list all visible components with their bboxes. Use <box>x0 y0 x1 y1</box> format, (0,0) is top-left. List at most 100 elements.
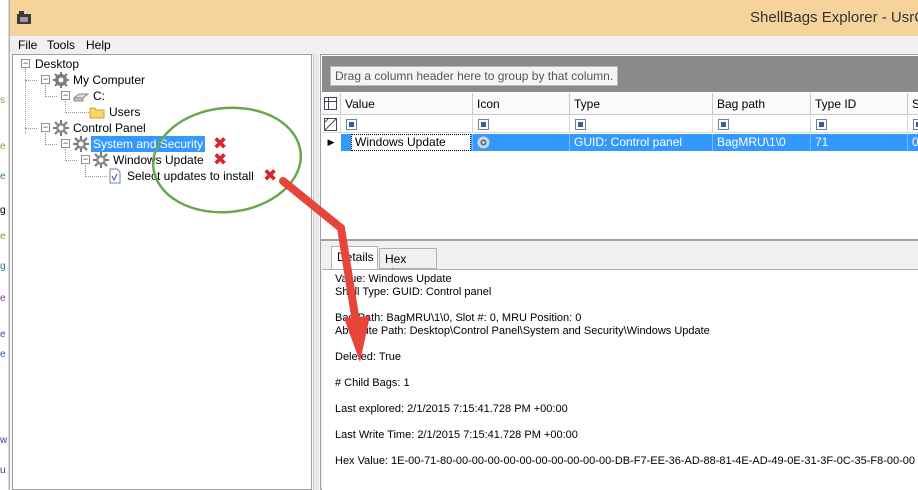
filter-cell-icon[interactable] <box>473 116 570 133</box>
filter-cell-slot[interactable] <box>908 116 918 133</box>
tree-label: Select updates to install <box>127 169 254 183</box>
strip-char: e <box>0 293 6 304</box>
gear-icon <box>477 136 490 149</box>
collapse-icon[interactable]: − <box>41 75 50 84</box>
menu-help[interactable]: Help <box>86 38 111 52</box>
title-bar[interactable]: ShellBags Explorer - UsrC <box>10 0 918 36</box>
cell-value-text[interactable]: Windows Update <box>351 134 471 151</box>
detail-bag-path: Bag Path: BagMRU\1\0, Slot #: 0, MRU Pos… <box>335 312 582 324</box>
window-title: ShellBags Explorer - UsrC <box>750 9 918 26</box>
detail-child-bags: # Child Bags: 1 <box>335 377 410 389</box>
strip-char: e <box>0 349 6 360</box>
pane-splitter[interactable] <box>313 54 319 490</box>
detail-last-explored: Last explored: 2/1/2015 7:15:41.728 PM +… <box>335 403 568 415</box>
filter-cell-bag-path[interactable] <box>713 116 811 133</box>
tree-node-control-panel[interactable]: − Control Panel <box>37 120 167 136</box>
row-indicator-icon[interactable]: ▶ <box>322 134 340 151</box>
tree-connector <box>85 176 107 177</box>
gear-icon <box>53 120 69 136</box>
group-by-panel[interactable]: Drag a column header here to group by th… <box>322 56 918 92</box>
filter-icon[interactable] <box>575 119 586 130</box>
tree-node-c-drive[interactable]: − C: <box>57 88 137 104</box>
tree-label: Windows Update <box>113 153 204 167</box>
gear-icon <box>73 136 89 152</box>
tree-node-select-updates[interactable]: Select updates to install ✖ <box>107 166 287 185</box>
grid-options-icon[interactable] <box>324 97 337 110</box>
details-content: Value: Windows Update Shell Type: GUID: … <box>322 269 918 490</box>
tree-label: System and Security <box>91 136 206 152</box>
group-hint: Drag a column header here to group by th… <box>330 66 619 86</box>
table-row-cell-type-id[interactable]: 71 <box>811 134 908 151</box>
strip-char: e <box>0 171 6 182</box>
tree-node-my-computer[interactable]: − My Computer <box>37 72 157 88</box>
tab-details[interactable]: Details <box>331 246 378 269</box>
collapse-icon[interactable]: − <box>41 123 50 132</box>
filter-icon[interactable] <box>913 119 918 130</box>
strip-char: w <box>0 435 8 446</box>
menu-bar: File Tools Help <box>10 36 918 54</box>
detail-absolute-path: Absolute Path: Desktop\Control Panel\Sys… <box>335 325 710 337</box>
filter-clear-icon[interactable] <box>324 118 337 131</box>
strip-char: s <box>0 95 5 106</box>
detail-hex-value: Hex Value: 1E-00-71-80-00-00-00-00-00-00… <box>335 455 915 467</box>
background-window-strip: s e e g e g e e e w u <box>0 0 9 490</box>
filter-cell-type-id[interactable] <box>811 116 908 133</box>
menu-file[interactable]: File <box>18 38 37 52</box>
strip-char: e <box>0 329 6 340</box>
detail-shell-type: Shell Type: GUID: Control panel <box>335 286 492 298</box>
details-pane: Details Hex view Value: Windows Update S… <box>320 240 918 490</box>
column-header-slot[interactable]: Slo <box>908 93 918 115</box>
column-header-type-id[interactable]: Type ID <box>811 93 908 115</box>
column-header-bag-path[interactable]: Bag path <box>713 93 811 115</box>
strip-char: g <box>0 205 6 216</box>
column-header-value[interactable]: Value <box>341 93 473 115</box>
table-row-cell-icon[interactable] <box>473 134 570 151</box>
table-row-cell-type[interactable]: GUID: Control panel <box>570 134 713 151</box>
tree-label: Desktop <box>35 57 80 71</box>
tree-label: My Computer <box>73 73 146 87</box>
tree-connector <box>45 96 57 97</box>
tree-label: C: <box>93 89 105 103</box>
filter-icon[interactable] <box>816 119 827 130</box>
detail-value: Value: Windows Update <box>335 273 452 285</box>
document-icon <box>109 168 121 184</box>
filter-row-header <box>322 116 341 133</box>
menu-tools[interactable]: Tools <box>47 38 75 52</box>
deleted-x-icon: ✖ <box>213 150 228 169</box>
column-header-type[interactable]: Type <box>570 93 713 115</box>
collapse-icon[interactable]: − <box>21 59 30 68</box>
collapse-icon[interactable]: − <box>61 91 70 100</box>
detail-deleted: Deleted: True <box>335 351 402 363</box>
column-header-icon[interactable]: Icon <box>473 93 570 115</box>
drive-icon <box>73 93 89 102</box>
filter-cell-value[interactable] <box>341 116 473 133</box>
deleted-x-icon: ✖ <box>263 166 278 185</box>
tree-label: Users <box>109 105 141 119</box>
collapse-icon[interactable]: − <box>61 139 70 148</box>
app-icon <box>17 11 31 24</box>
filter-icon[interactable] <box>718 119 729 130</box>
tree-node-users[interactable]: Users <box>89 104 169 120</box>
tree-node-desktop[interactable]: − Desktop <box>17 56 107 72</box>
folder-icon <box>89 107 105 119</box>
tree-connector <box>65 112 89 113</box>
tree-connector <box>65 160 77 161</box>
detail-last-write-time: Last Write Time: 2/1/2015 7:15:41.728 PM… <box>335 429 578 441</box>
filter-icon[interactable] <box>478 119 489 130</box>
gear-icon <box>93 152 109 168</box>
tree-node-windows-update[interactable]: − Windows Update ✖ <box>77 150 237 169</box>
strip-char: e <box>0 231 6 242</box>
tree-connector <box>25 128 37 129</box>
strip-char: u <box>0 465 6 476</box>
collapse-icon[interactable]: − <box>81 155 90 164</box>
tree-connector <box>45 144 57 145</box>
filter-icon[interactable] <box>346 119 357 130</box>
table-row-cell-slot[interactable]: 0 <box>908 134 918 151</box>
filter-cell-type[interactable] <box>570 116 713 133</box>
tab-hex-view[interactable]: Hex view <box>379 248 437 280</box>
strip-char: g <box>0 261 6 272</box>
shellbag-grid: Drag a column header here to group by th… <box>320 54 918 240</box>
table-row-cell-bag-path[interactable]: BagMRU\1\0 <box>713 134 811 151</box>
tree-label: Control Panel <box>73 121 146 135</box>
tree-connector <box>25 68 26 134</box>
